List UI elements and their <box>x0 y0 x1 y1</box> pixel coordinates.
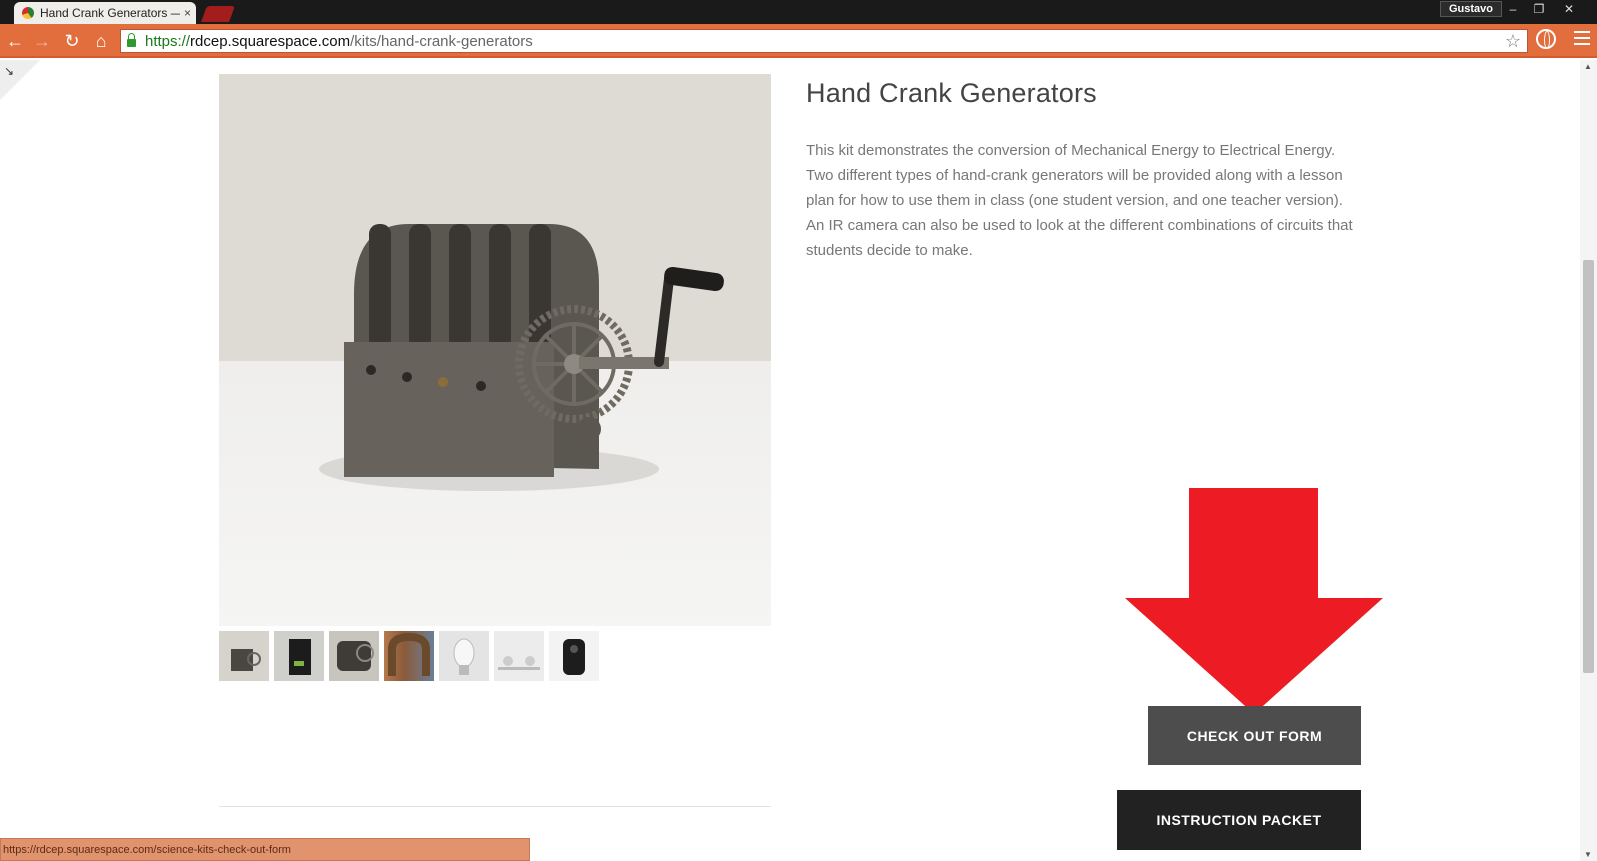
title-bar: Hand Crank Generators — × Gustavo – ❐ ✕ <box>0 0 1597 24</box>
bulb-thumb-icon <box>453 638 475 675</box>
red-down-arrow-icon <box>1125 488 1383 714</box>
thumbnail-6[interactable] <box>494 631 544 681</box>
content-divider <box>219 806 771 807</box>
url-host: rdcep.squarespace.com <box>190 32 351 50</box>
tab-close-icon[interactable]: × <box>184 6 191 20</box>
favicon-icon <box>22 7 34 19</box>
check-out-form-button[interactable]: CHECK OUT FORM <box>1148 706 1361 765</box>
new-tab-button[interactable] <box>201 6 235 22</box>
url-path: /kits/hand-crank-generators <box>350 32 533 50</box>
profile-button[interactable]: Gustavo <box>1440 1 1503 17</box>
address-bar[interactable]: https:// rdcep.squarespace.com /kits/han… <box>120 29 1528 53</box>
minimize-icon[interactable]: – <box>1500 0 1526 18</box>
lock-icon <box>127 33 136 47</box>
status-bar-url: https://rdcep.squarespace.com/science-ki… <box>0 838 530 861</box>
thumbnail-7[interactable] <box>549 631 599 681</box>
product-main-image[interactable] <box>219 74 771 626</box>
product-title: Hand Crank Generators <box>806 78 1097 108</box>
lamps-thumb-icon <box>498 656 540 670</box>
browser-tab[interactable]: Hand Crank Generators — × <box>14 2 196 24</box>
bookmark-star-icon[interactable]: ☆ <box>1505 31 1521 52</box>
product-description: This kit demonstrates the conversion of … <box>806 142 1353 259</box>
tab-title: Hand Crank Generators — <box>40 6 180 20</box>
thumbnail-strip <box>219 631 599 681</box>
thumbnail-4[interactable] <box>384 631 434 681</box>
thumbnail-5[interactable] <box>439 631 489 681</box>
magnet-thumb-icon <box>388 632 430 676</box>
restore-icon[interactable]: ❐ <box>1526 0 1552 18</box>
ir-camera-thumb-icon <box>563 639 585 675</box>
corner-arrow-icon: ↘ <box>4 64 15 78</box>
instruction-packet-button[interactable]: INSTRUCTION PACKET <box>1117 790 1361 850</box>
forward-icon[interactable]: → <box>31 30 53 52</box>
home-icon[interactable]: ⌂ <box>90 30 112 52</box>
back-icon[interactable]: ← <box>4 30 26 52</box>
scroll-down-icon[interactable]: ▼ <box>1584 850 1592 859</box>
generator-closeup-icon <box>337 641 374 671</box>
reload-icon[interactable]: ↻ <box>61 30 83 52</box>
thumbnail-2[interactable] <box>274 631 324 681</box>
vertical-scrollbar[interactable]: ▲ ▼ <box>1580 60 1597 861</box>
generator-thumb-icon <box>231 649 261 671</box>
thumbnail-1[interactable] <box>219 631 269 681</box>
menu-icon[interactable] <box>1574 31 1590 49</box>
url-scheme: https:// <box>145 32 191 50</box>
globe-extension-icon[interactable] <box>1536 29 1556 49</box>
hand-crank-generator-photo <box>319 224 724 491</box>
page-content: ↘ Hand Crank Generators This kit demonst… <box>0 60 1580 861</box>
browser-toolbar: ← → ↻ ⌂ https:// rdcep.squarespace.com /… <box>0 24 1597 58</box>
package-thumb-icon <box>289 639 311 675</box>
scroll-up-icon[interactable]: ▲ <box>1584 62 1592 71</box>
thumbnail-3[interactable] <box>329 631 379 681</box>
scroll-thumb[interactable] <box>1583 260 1594 673</box>
close-window-icon[interactable]: ✕ <box>1556 0 1582 18</box>
